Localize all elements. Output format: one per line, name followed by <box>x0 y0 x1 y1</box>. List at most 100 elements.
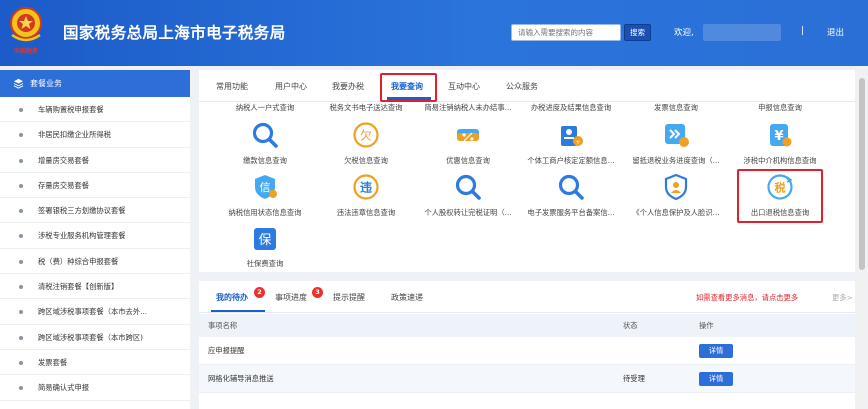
service-label[interactable]: 纳税人一户式查询 <box>236 103 294 113</box>
page-scrollbar[interactable] <box>857 70 867 409</box>
tab-policy-express[interactable]: 政策速递 <box>391 292 423 303</box>
service-label[interactable]: 留抵退税业务进度查询（... <box>632 156 719 166</box>
search-input[interactable] <box>511 24 621 41</box>
bullet-icon <box>19 335 23 340</box>
violation-icon[interactable]: 违 <box>351 172 381 202</box>
svg-text:欠: 欠 <box>360 128 372 143</box>
service-label[interactable]: 《个人信息保护及人脸识... <box>632 208 719 218</box>
progress-count-badge: 3 <box>312 287 323 298</box>
tab-do-tax[interactable]: 我要办税 <box>332 81 364 92</box>
top-header: 中国税务 国家税务总局上海市电子税务局 搜索 欢迎, | 退出 <box>0 0 868 66</box>
tab-interaction[interactable]: 互动中心 <box>448 81 480 92</box>
header-separator: | <box>801 26 805 36</box>
sidebar-item-label: 清税注销套餐【创新版】 <box>38 282 119 292</box>
service-label[interactable]: 发票信息查询 <box>654 103 698 113</box>
scrollbar-thumb[interactable] <box>859 78 865 270</box>
service-label[interactable]: 优惠信息查询 <box>446 156 490 166</box>
service-label[interactable]: 纳税信用状态信息查询 <box>229 208 302 218</box>
table-row: 应申报提醒 详情 <box>199 337 855 365</box>
sidebar-item[interactable]: 跨区域涉税事项套餐（本市跨区) <box>0 325 190 350</box>
services-panel: 常用功能 用户中心 我要办税 我要查询 互动中心 公众服务 纳税人一户式查询 税… <box>199 70 855 272</box>
credit-icon[interactable]: 信 <box>250 172 280 202</box>
sidebar-item-label: 跨区域涉税事项套餐（本市跨区) <box>38 332 144 342</box>
bullet-icon <box>19 209 23 214</box>
item-name: 网格化辅导消息推送 <box>208 373 274 383</box>
service-label[interactable]: 欠税信息查询 <box>344 156 388 166</box>
logout-link[interactable]: 退出 <box>827 26 844 38</box>
sidebar: 套餐业务 车辆购置税申报套餐 非居民扣缴企业所得税 增量房交易套餐 存量房交易套… <box>0 70 190 409</box>
sidebar-item[interactable]: 非居民扣缴企业所得税 <box>0 122 190 148</box>
todo-panel: 我的待办 2 事项进度 3 提示提醒 政策速递 如需查看更多消息，请点击更多 更… <box>199 281 855 409</box>
sidebar-header-label: 套餐业务 <box>30 79 62 88</box>
magnifier-icon[interactable] <box>250 120 280 150</box>
sidebar-header[interactable]: 套餐业务 <box>0 70 190 97</box>
username-blurred <box>703 24 781 41</box>
tab-reminders[interactable]: 提示提醒 <box>333 292 365 303</box>
bullet-icon <box>19 108 23 112</box>
services-tabbar: 常用功能 用户中心 我要办税 我要查询 互动中心 公众服务 <box>199 70 855 102</box>
column-header: 状态 <box>623 320 638 330</box>
service-label[interactable]: 违法违章信息查询 <box>337 208 395 218</box>
sidebar-item[interactable]: 存量房交易套餐 <box>0 173 190 199</box>
coupon-icon[interactable] <box>453 120 483 150</box>
bullet-icon <box>19 183 23 188</box>
sidebar-item[interactable]: 税（费）种综合申报套餐 <box>0 249 190 275</box>
agency-icon[interactable]: ¥ <box>765 120 795 150</box>
service-label[interactable]: 缴款信息查询 <box>243 156 287 166</box>
sidebar-item-label: 车辆购置税申报套餐 <box>38 105 104 114</box>
sidebar-item-label: 发票套餐 <box>38 357 68 367</box>
site-title: 国家税务总局上海市电子税务局 <box>63 24 286 42</box>
service-label[interactable]: 社保费查询 <box>247 259 283 269</box>
sidebar-item[interactable]: 涉税专业服务机构管理套餐 <box>0 223 190 249</box>
svg-text:信: 信 <box>260 181 271 194</box>
service-label[interactable]: 税务文书电子送达查询 <box>330 103 403 113</box>
column-header: 事项名称 <box>208 320 238 330</box>
sidebar-item-label: 非居民扣缴企业所得税 <box>38 130 111 140</box>
sidebar-item[interactable]: 跨区域涉税事项套餐（本市去外... <box>0 299 190 325</box>
bullet-icon <box>19 259 23 264</box>
tab-progress[interactable]: 事项进度 <box>275 292 307 303</box>
magnifier-icon[interactable] <box>453 172 483 202</box>
sidebar-item[interactable]: 简易确认式申报 <box>0 375 190 401</box>
service-label[interactable]: 涉税中介机构信息查询 <box>744 156 817 166</box>
service-label[interactable]: 申报信息查询 <box>758 103 802 113</box>
tab-user-center[interactable]: 用户中心 <box>275 81 307 92</box>
social-security-icon[interactable]: 保 <box>250 224 280 254</box>
qian-tax-icon[interactable]: 欠 <box>351 120 381 150</box>
table-row: 网格化辅导消息推送 待受理 详情 <box>199 365 855 393</box>
sidebar-item[interactable]: 发票套餐 <box>0 350 190 376</box>
column-header: 操作 <box>699 320 714 330</box>
service-label[interactable]: 简易注销纳税人未办结事... <box>424 103 511 113</box>
sidebar-item-label: 签署银税三方划缴协议套餐 <box>38 206 126 216</box>
sidebar-item[interactable]: 签署银税三方划缴协议套餐 <box>0 198 190 224</box>
sidebar-item[interactable]: 增量房交易套餐 <box>0 148 190 173</box>
table-header: 事项名称 状态 操作 <box>199 314 855 337</box>
service-label[interactable]: 办税进度及结果信息查询 <box>531 103 611 113</box>
detail-button[interactable]: 详情 <box>699 343 733 358</box>
tab-my-todo[interactable]: 我的待办 <box>216 292 248 303</box>
bullet-icon <box>19 285 23 290</box>
detail-button[interactable]: 详情 <box>699 371 733 386</box>
more-notice: 如需查看更多消息，请点击更多 <box>696 293 799 302</box>
sidebar-item[interactable]: 车辆购置税申报套餐 <box>0 97 190 123</box>
sidebar-item[interactable]: 清税注销套餐【创新版】 <box>0 274 190 300</box>
highlight-box-query-tab <box>380 73 437 102</box>
refund-progress-icon[interactable] <box>661 120 691 150</box>
service-label[interactable]: 电子发票服务平台备案信... <box>527 208 614 218</box>
service-label[interactable]: 个人股权转让完税证明（... <box>424 208 511 218</box>
divider <box>199 312 855 313</box>
tax-emblem-icon: 中国税务 <box>10 7 42 55</box>
tab-public-service[interactable]: 公众服务 <box>506 81 538 92</box>
service-label[interactable]: 个体工商户核定定额信息... <box>527 156 614 166</box>
bullet-icon <box>19 234 23 239</box>
magnifier-icon[interactable] <box>556 172 586 202</box>
user-document-icon[interactable]: + <box>556 120 586 150</box>
bullet-icon <box>19 310 23 315</box>
bullet-icon <box>19 360 23 365</box>
tab-common[interactable]: 常用功能 <box>216 81 248 92</box>
search-button[interactable]: 搜索 <box>624 24 651 41</box>
item-name: 应申报提醒 <box>208 345 245 355</box>
privacy-icon[interactable] <box>661 172 691 202</box>
more-link[interactable]: 更多> <box>832 293 853 303</box>
welcome-text: 欢迎, <box>674 28 694 38</box>
